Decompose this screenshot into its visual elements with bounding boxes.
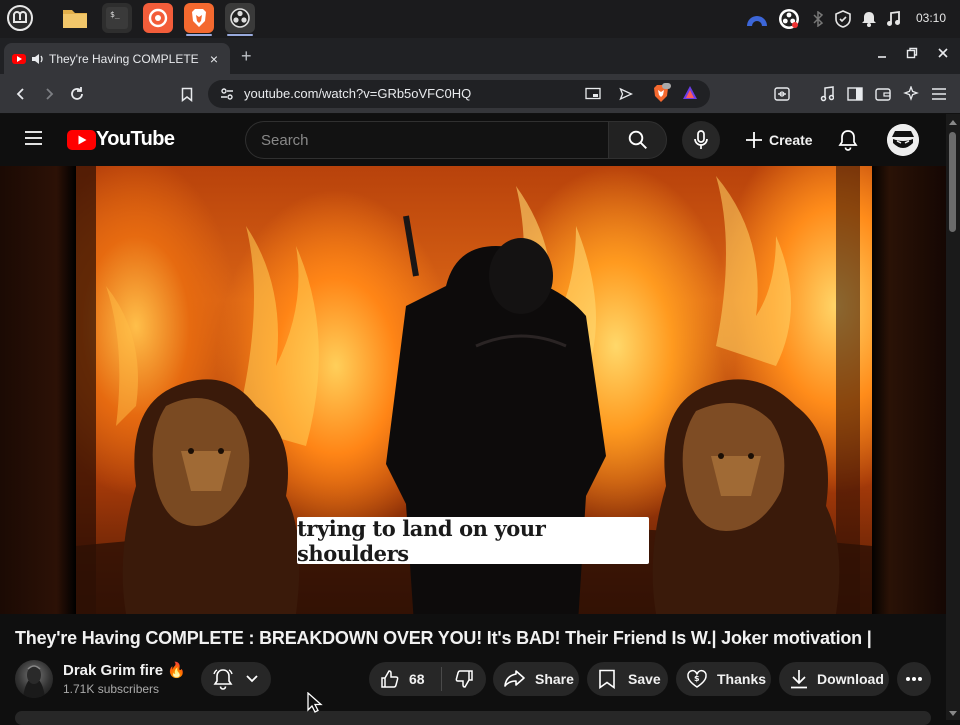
brave-shields-icon[interactable]	[651, 83, 671, 103]
scroll-up-arrow-icon[interactable]	[949, 120, 957, 125]
download-button[interactable]: Download	[779, 662, 889, 696]
brave-icon[interactable]	[184, 3, 214, 36]
scrollbar-thumb[interactable]	[949, 132, 956, 232]
like-button[interactable]: 68	[369, 669, 441, 689]
share-button[interactable]: Share	[493, 662, 579, 696]
minimize-icon[interactable]	[876, 46, 888, 62]
youtube-favicon-icon	[12, 53, 26, 64]
bell-icon	[213, 669, 233, 690]
svg-text:$_: $_	[110, 10, 120, 19]
create-label: Create	[769, 132, 813, 148]
url-text[interactable]: youtube.com/watch?v=GRb5oVFC0HQ	[244, 86, 471, 101]
forward-icon[interactable]	[37, 82, 61, 106]
reload-icon[interactable]	[65, 82, 89, 106]
search-icon	[628, 130, 647, 149]
thanks-button[interactable]: $ Thanks	[676, 662, 771, 696]
bookmark-icon[interactable]	[175, 82, 199, 106]
save-bookmark-icon	[599, 669, 615, 689]
bluetooth-icon[interactable]	[809, 0, 827, 38]
voice-search-button[interactable]	[682, 121, 720, 159]
thumbs-down-icon	[455, 670, 473, 688]
vpn-icon[interactable]	[745, 0, 769, 38]
description-box[interactable]	[15, 711, 931, 725]
mouse-cursor-icon	[307, 692, 323, 713]
notifications-button[interactable]	[832, 124, 864, 156]
leo-ai-icon[interactable]	[899, 82, 923, 106]
create-button[interactable]: Create	[733, 121, 825, 159]
notifications-icon[interactable]	[860, 0, 878, 38]
new-tab-button[interactable]: +	[241, 46, 252, 67]
thumbs-up-icon	[381, 670, 399, 688]
plus-icon	[746, 132, 762, 148]
browser-tab[interactable]: They're Having COMPLETE ×	[4, 43, 230, 74]
site-settings-icon[interactable]	[220, 87, 234, 101]
bell-icon	[838, 130, 858, 151]
search-field[interactable]	[245, 121, 608, 159]
share-icon	[504, 670, 525, 687]
video-caption: trying to land on your shoulders	[297, 516, 649, 566]
youtube-logo-icon[interactable]	[67, 130, 96, 155]
cast-icon[interactable]	[585, 87, 601, 101]
video-player[interactable]: trying to land on your shoulders	[0, 166, 946, 614]
brave-rewards-icon[interactable]	[682, 85, 698, 101]
guide-menu-icon[interactable]	[24, 130, 43, 151]
media-icon[interactable]	[815, 82, 839, 106]
wallet-icon[interactable]	[871, 82, 895, 106]
channel-name[interactable]: Drak Grim fire 🔥	[63, 661, 186, 679]
share-label: Share	[535, 671, 574, 687]
firefox-icon[interactable]	[143, 3, 173, 33]
more-actions-button[interactable]	[897, 662, 931, 696]
account-avatar[interactable]	[887, 124, 919, 156]
like-dislike-group: 68	[369, 662, 486, 696]
browser-toolbar: youtube.com/watch?v=GRb5oVFC0HQ	[0, 74, 960, 114]
channel-avatar[interactable]	[15, 660, 53, 698]
terminal-icon[interactable]: $_	[102, 3, 132, 33]
download-icon	[791, 670, 807, 689]
subscriber-count: 1.71K subscribers	[63, 682, 160, 696]
browser-tab-strip: They're Having COMPLETE × +	[0, 38, 960, 74]
back-icon[interactable]	[9, 82, 33, 106]
obs-icon[interactable]	[225, 3, 255, 36]
os-taskbar: $_ 03:10	[0, 0, 960, 38]
music-icon[interactable]	[884, 0, 902, 38]
reader-mode-icon[interactable]	[770, 82, 794, 106]
svg-text:$: $	[694, 674, 700, 683]
audio-playing-icon[interactable]	[31, 53, 45, 65]
address-bar[interactable]: youtube.com/watch?v=GRb5oVFC0HQ	[208, 80, 710, 108]
window-close-icon[interactable]	[937, 46, 949, 62]
restore-icon[interactable]	[906, 46, 918, 62]
thanks-heart-icon: $	[687, 669, 707, 688]
thanks-label: Thanks	[717, 671, 767, 687]
download-label: Download	[817, 671, 884, 687]
subscription-bell-button[interactable]	[201, 662, 271, 696]
shield-icon[interactable]	[833, 0, 853, 38]
tab-close-icon[interactable]: ×	[206, 51, 222, 67]
files-icon[interactable]	[60, 3, 90, 33]
page-scrollbar[interactable]	[946, 114, 960, 720]
video-title: They're Having COMPLETE : BREAKDOWN OVER…	[15, 628, 872, 648]
search-button[interactable]	[608, 121, 667, 159]
microphone-icon	[694, 130, 708, 149]
sidebar-icon[interactable]	[843, 82, 867, 106]
tab-title: They're Having COMPLETE	[49, 51, 199, 66]
send-icon[interactable]	[619, 87, 633, 101]
dislike-button[interactable]	[442, 669, 486, 689]
save-button[interactable]: Save	[587, 662, 668, 696]
youtube-logo[interactable]: YouTube	[96, 128, 175, 151]
scroll-down-arrow-icon[interactable]	[949, 711, 957, 716]
clock[interactable]: 03:10	[916, 11, 946, 25]
chevron-down-icon	[246, 675, 258, 683]
more-horizontal-icon	[906, 677, 922, 681]
youtube-header: YouTube Create	[0, 114, 946, 166]
like-count: 68	[409, 671, 425, 687]
search-input[interactable]	[246, 122, 608, 158]
obs-tray-icon[interactable]	[777, 0, 801, 38]
save-label: Save	[628, 671, 661, 687]
mint-menu-icon[interactable]	[5, 3, 35, 33]
browser-menu-icon[interactable]	[927, 82, 951, 106]
